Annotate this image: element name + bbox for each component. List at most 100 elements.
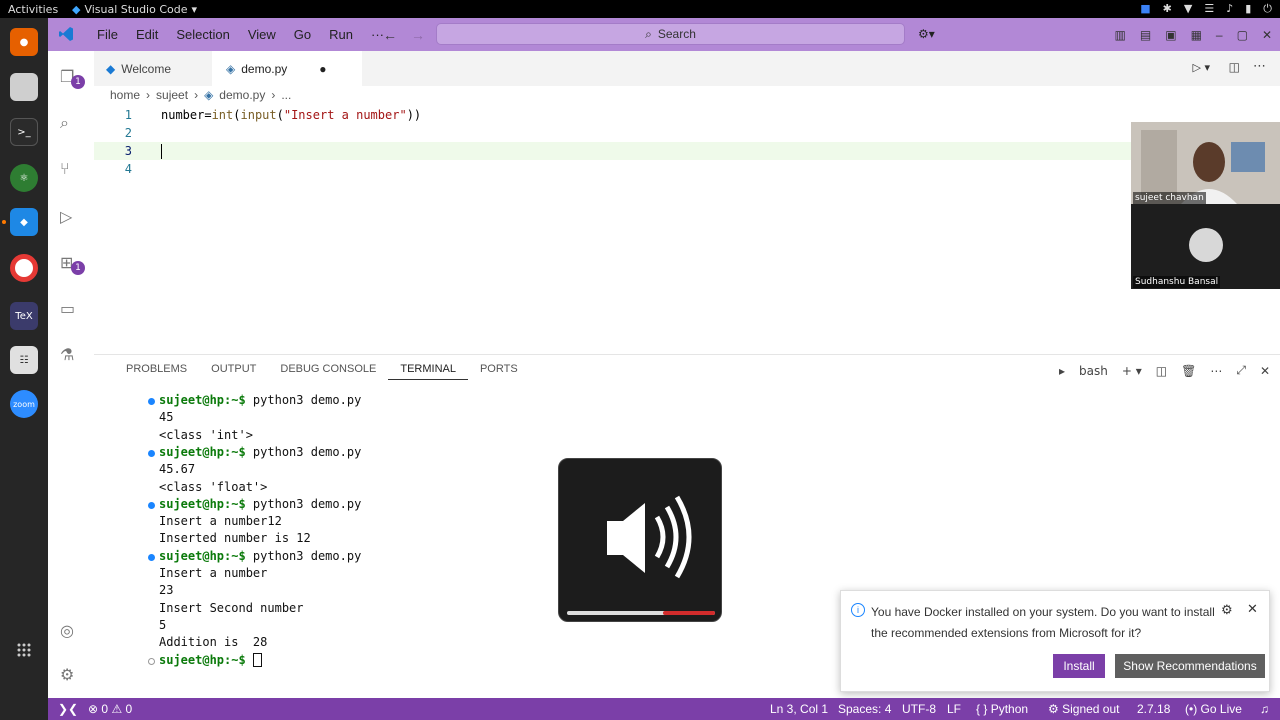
install-button[interactable]: Install xyxy=(1053,654,1105,678)
search-view-icon[interactable]: ⌕ xyxy=(60,113,82,135)
search-label: Search xyxy=(657,27,696,41)
maximize-icon[interactable]: ▢ xyxy=(1237,28,1248,42)
bluetooth-icon[interactable]: ✱ xyxy=(1163,2,1172,16)
menu-edit[interactable]: Edit xyxy=(127,27,167,42)
code-line[interactable]: 2 xyxy=(94,124,1134,142)
volume-level-bar xyxy=(567,611,715,615)
command-status-dot[interactable] xyxy=(148,449,155,457)
manage-gear-icon[interactable]: ⚙ xyxy=(60,665,82,687)
tab-output[interactable]: OUTPUT xyxy=(199,363,268,380)
tab-demo-py[interactable]: ◈ demo.py ● xyxy=(212,51,362,86)
command-center-search[interactable]: ⌕ Search xyxy=(436,23,905,45)
document-viewer-icon[interactable]: ☷ xyxy=(10,346,38,374)
code-line[interactable]: 3 xyxy=(94,142,1134,160)
toggle-primary-sidebar-icon[interactable]: ▥ xyxy=(1115,28,1126,42)
notification-settings-icon[interactable]: ⚙ xyxy=(1221,602,1233,618)
menu-go[interactable]: Go xyxy=(285,27,320,42)
run-debug-icon[interactable]: ▷ xyxy=(60,207,82,229)
command-status-dot[interactable] xyxy=(148,657,155,665)
unsaved-dot-icon[interactable]: ● xyxy=(319,62,326,76)
more-actions-icon[interactable]: ⋯ xyxy=(1253,59,1266,74)
split-editor-icon[interactable]: ◫ xyxy=(1229,60,1240,74)
wifi-icon[interactable]: ▼ xyxy=(1184,2,1192,16)
menu-view[interactable]: View xyxy=(239,27,285,42)
zoom-icon[interactable]: zoom xyxy=(10,390,38,418)
breadcrumb: home › sujeet › ◈ demo.py › ... xyxy=(110,88,291,102)
texmaker-icon[interactable]: TeX xyxy=(10,302,38,330)
command-status-dot[interactable] xyxy=(148,553,155,561)
notifications-bell-icon[interactable]: ♫ xyxy=(1260,702,1269,716)
menu-file[interactable]: File xyxy=(88,27,127,42)
run-python-icon[interactable]: ▷ ▾ xyxy=(1193,61,1210,74)
kill-terminal-icon[interactable]: 🗑 xyxy=(1181,364,1196,378)
more-actions-icon[interactable]: ⋯ xyxy=(1210,364,1222,378)
menu-selection[interactable]: Selection xyxy=(167,27,238,42)
problems-indicator[interactable]: ⊗ 0 ⚠ 0 xyxy=(88,702,132,716)
terminal-app-icon[interactable]: >_ xyxy=(10,118,38,146)
go-live[interactable]: (•) Go Live xyxy=(1185,702,1242,716)
tab-debug-console[interactable]: DEBUG CONSOLE xyxy=(268,363,388,380)
network-icon[interactable]: ☰ xyxy=(1204,2,1214,16)
new-terminal-icon[interactable]: + ▾ xyxy=(1122,364,1142,378)
python-version[interactable]: 2.7.18 xyxy=(1137,702,1170,716)
account-icon[interactable]: ◎ xyxy=(60,621,82,643)
status-bar: ❯❮ ⊗ 0 ⚠ 0 Ln 3, Col 1 Spaces: 4 UTF-8 L… xyxy=(48,698,1280,720)
toggle-secondary-sidebar-icon[interactable]: ▦ xyxy=(1191,28,1202,42)
breadcrumb-more[interactable]: ... xyxy=(281,88,291,102)
back-arrow-icon[interactable]: ← xyxy=(383,27,397,43)
vscode-dock-icon[interactable]: ◆ xyxy=(10,208,38,236)
remote-indicator-icon[interactable]: ❯❮ xyxy=(58,702,78,716)
code-line[interactable]: 4 xyxy=(94,160,1134,178)
minimize-icon[interactable]: – xyxy=(1216,28,1223,42)
power-icon[interactable]: ⏻ xyxy=(1263,2,1272,16)
close-panel-icon[interactable]: ✕ xyxy=(1260,364,1270,378)
breadcrumb-sujeet[interactable]: sujeet xyxy=(156,88,188,102)
copilot-icon[interactable]: ⚙▾ xyxy=(918,27,935,41)
breadcrumb-home[interactable]: home xyxy=(110,88,140,102)
show-apps-icon[interactable] xyxy=(16,642,32,658)
tab-welcome[interactable]: ◆ Welcome xyxy=(94,51,212,86)
code-editor[interactable]: 1 number=int(input("Insert a number")) 2 3 4 xyxy=(94,104,1280,368)
code-token: ( xyxy=(276,108,284,122)
breadcrumb-demo-py[interactable]: demo.py xyxy=(219,88,265,102)
source-control-icon[interactable]: ⑂ xyxy=(60,159,82,181)
forward-arrow-icon[interactable]: → xyxy=(411,27,425,43)
cursor-position[interactable]: Ln 3, Col 1 xyxy=(770,702,828,716)
tab-terminal[interactable]: TERMINAL xyxy=(388,363,468,380)
firefox-icon[interactable]: ● xyxy=(10,28,38,56)
toggle-sidebar-icon[interactable]: ▤ xyxy=(1140,28,1151,42)
system-top-bar: Activities ◆ Visual Studio Code ▾ ■ ✱ ▼ … xyxy=(0,0,1280,18)
end-of-line[interactable]: LF xyxy=(947,702,961,716)
encoding[interactable]: UTF-8 xyxy=(902,702,936,716)
account-status[interactable]: ⚙ Signed out xyxy=(1048,702,1120,716)
atom-icon[interactable]: ⚛ xyxy=(10,164,38,192)
maximize-panel-icon[interactable]: ⤢ xyxy=(1236,363,1246,378)
system-tray[interactable]: ■ ✱ ▼ ☰ ♪ ▮ ⏻ xyxy=(1140,2,1272,16)
activities-button[interactable]: Activities xyxy=(0,3,72,16)
remote-explorer-icon[interactable]: ▭ xyxy=(60,299,82,321)
language-mode[interactable]: { } Python xyxy=(976,702,1028,716)
tab-problems[interactable]: PROBLEMS xyxy=(114,363,199,380)
tab-ports[interactable]: PORTS xyxy=(468,363,530,380)
chrome-icon[interactable] xyxy=(10,254,38,282)
battery-icon[interactable]: ▮ xyxy=(1245,2,1251,16)
volume-tray-icon[interactable]: ♪ xyxy=(1226,2,1233,16)
indentation[interactable]: Spaces: 4 xyxy=(838,702,891,716)
terminal-shell-label[interactable]: bash xyxy=(1079,364,1108,378)
show-recommendations-button[interactable]: Show Recommendations xyxy=(1115,654,1265,678)
toggle-panel-icon[interactable]: ▣ xyxy=(1165,28,1176,42)
app-menu[interactable]: ◆ Visual Studio Code ▾ xyxy=(72,3,197,16)
files-icon[interactable] xyxy=(10,73,38,101)
command-status-dot[interactable] xyxy=(148,398,155,405)
code-line[interactable]: 1 number=int(input("Insert a number")) xyxy=(94,106,1134,124)
ubuntu-dock: ● >_ ⚛ ◆ TeX ☷ zoom xyxy=(0,18,48,720)
notification-close-icon[interactable]: ✕ xyxy=(1247,601,1258,617)
command-status-dot[interactable] xyxy=(148,501,155,509)
close-window-icon[interactable]: ✕ xyxy=(1262,28,1272,42)
split-terminal-icon[interactable]: ◫ xyxy=(1156,364,1167,378)
testing-icon[interactable]: ⚗ xyxy=(60,345,82,367)
menu-run[interactable]: Run xyxy=(320,27,362,42)
zoom-tray-icon[interactable]: ■ xyxy=(1140,2,1150,16)
terminal-text: <class 'int'> xyxy=(159,427,253,442)
terminal-text: python3 demo.py xyxy=(245,444,362,459)
